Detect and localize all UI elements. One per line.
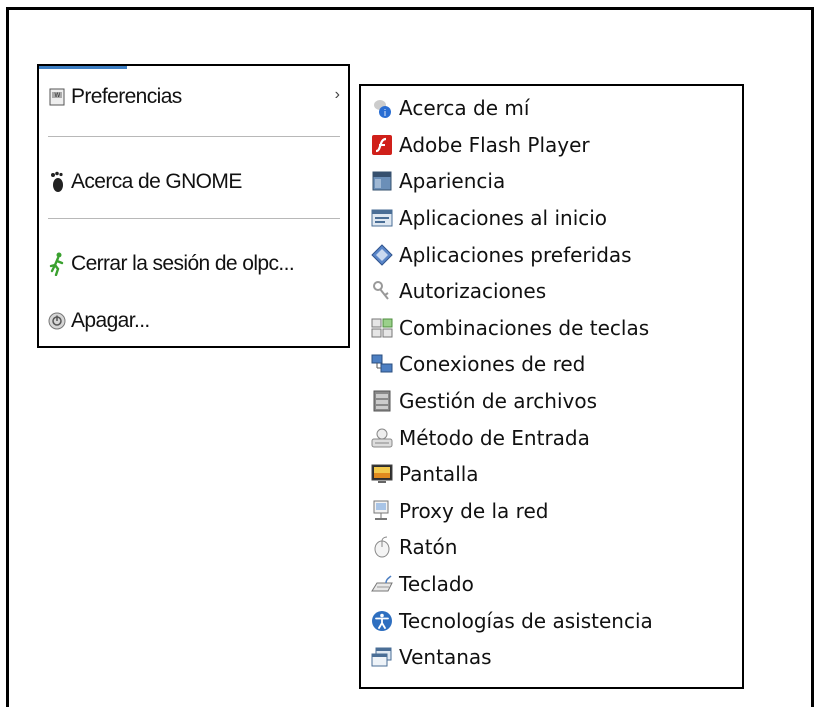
submenu-item-label: Combinaciones de teclas [399, 315, 650, 340]
preferred-apps-icon [371, 243, 393, 266]
mouse-icon [371, 536, 393, 558]
menu-item-label: Apagar... [71, 309, 150, 332]
about-me-icon: i [371, 97, 393, 119]
network-proxy-icon [371, 500, 393, 522]
preferences-submenu: i Acerca de mí Adobe Flash Player Aparie… [359, 84, 744, 689]
submenu-item-label: Gestión de archivos [399, 389, 598, 414]
system-menu: W Preferencias › Acerca de GNOME Cerrar … [37, 64, 350, 348]
submenu-item-combinaciones-de-teclas[interactable]: Combinaciones de teclas [371, 310, 653, 347]
submenu-item-label: Teclado [399, 572, 474, 597]
submenu-item-metodo-de-entrada[interactable]: Método de Entrada [371, 419, 653, 456]
svg-text:W: W [54, 92, 60, 99]
appearance-icon [371, 170, 393, 192]
submenu-item-label: Conexiones de red [399, 352, 586, 377]
svg-text:i: i [384, 109, 387, 119]
submenu-item-label: Autorizaciones [399, 279, 547, 304]
submenu-item-label: Ventanas [399, 645, 492, 670]
input-method-icon [371, 427, 393, 449]
preferences-icon: W [47, 85, 67, 109]
keyboard-icon [371, 573, 393, 595]
submenu-item-gestion-de-archivos[interactable]: Gestión de archivos [371, 383, 653, 420]
running-man-icon [47, 252, 67, 276]
menu-accent-bar [39, 66, 127, 69]
menu-item-preferencias[interactable]: W Preferencias [47, 85, 182, 109]
submenu-item-label: Acerca de mí [399, 96, 530, 121]
submenu-item-label: Proxy de la red [399, 498, 549, 523]
submenu-item-label: Método de Entrada [399, 425, 590, 450]
submenu-item-apariencia[interactable]: Apariencia [371, 163, 653, 200]
submenu-item-label: Apariencia [399, 169, 506, 194]
submenu-item-adobe-flash[interactable]: Adobe Flash Player [371, 127, 653, 164]
menu-item-apagar[interactable]: Apagar... [47, 309, 150, 333]
gnome-foot-icon [47, 170, 67, 194]
submenu-item-tecnologias-de-asistencia[interactable]: Tecnologías de asistencia [371, 602, 653, 639]
submenu-item-label: Tecnologías de asistencia [399, 608, 653, 633]
submenu-item-teclado[interactable]: Teclado [371, 566, 653, 603]
network-connections-icon [371, 353, 393, 375]
menu-separator [48, 218, 340, 219]
submenu-item-label: Pantalla [399, 462, 479, 487]
submenu-item-ventanas[interactable]: Ventanas [371, 639, 653, 676]
submenu-item-acerca-de-mi[interactable]: i Acerca de mí [371, 90, 653, 127]
submenu-item-label: Ratón [399, 535, 458, 560]
power-icon [47, 309, 67, 333]
submenu-item-conexiones-de-red[interactable]: Conexiones de red [371, 346, 653, 383]
accessibility-icon [371, 610, 393, 632]
submenu-item-autorizaciones[interactable]: Autorizaciones [371, 273, 653, 310]
menu-item-acerca-de-gnome[interactable]: Acerca de GNOME [47, 170, 242, 194]
submenu-item-label: Aplicaciones preferidas [399, 242, 632, 267]
windows-icon [371, 646, 393, 668]
flash-icon [371, 134, 393, 156]
submenu-item-aplicaciones-preferidas[interactable]: Aplicaciones preferidas [371, 236, 653, 273]
keyboard-shortcuts-icon [371, 317, 393, 339]
file-management-icon [371, 390, 393, 412]
submenu-item-aplicaciones-al-inicio[interactable]: Aplicaciones al inicio [371, 200, 653, 237]
menu-item-label: Acerca de GNOME [71, 170, 242, 193]
submenu-item-label: Adobe Flash Player [399, 132, 590, 157]
submenu-arrow-icon: › [334, 86, 340, 103]
submenu-item-raton[interactable]: Ratón [371, 529, 653, 566]
menu-item-label: Preferencias [71, 85, 182, 108]
submenu-item-label: Aplicaciones al inicio [399, 206, 608, 231]
menu-item-cerrar-sesion[interactable]: Cerrar la sesión de olpc... [47, 252, 295, 276]
menu-separator [48, 136, 340, 137]
startup-apps-icon [371, 207, 393, 229]
keys-icon [371, 280, 393, 302]
submenu-item-proxy-de-la-red[interactable]: Proxy de la red [371, 493, 653, 530]
submenu-item-pantalla[interactable]: Pantalla [371, 456, 653, 493]
submenu-list: i Acerca de mí Adobe Flash Player Aparie… [371, 90, 653, 676]
menu-item-label: Cerrar la sesión de olpc... [71, 252, 295, 275]
display-icon [371, 463, 393, 485]
